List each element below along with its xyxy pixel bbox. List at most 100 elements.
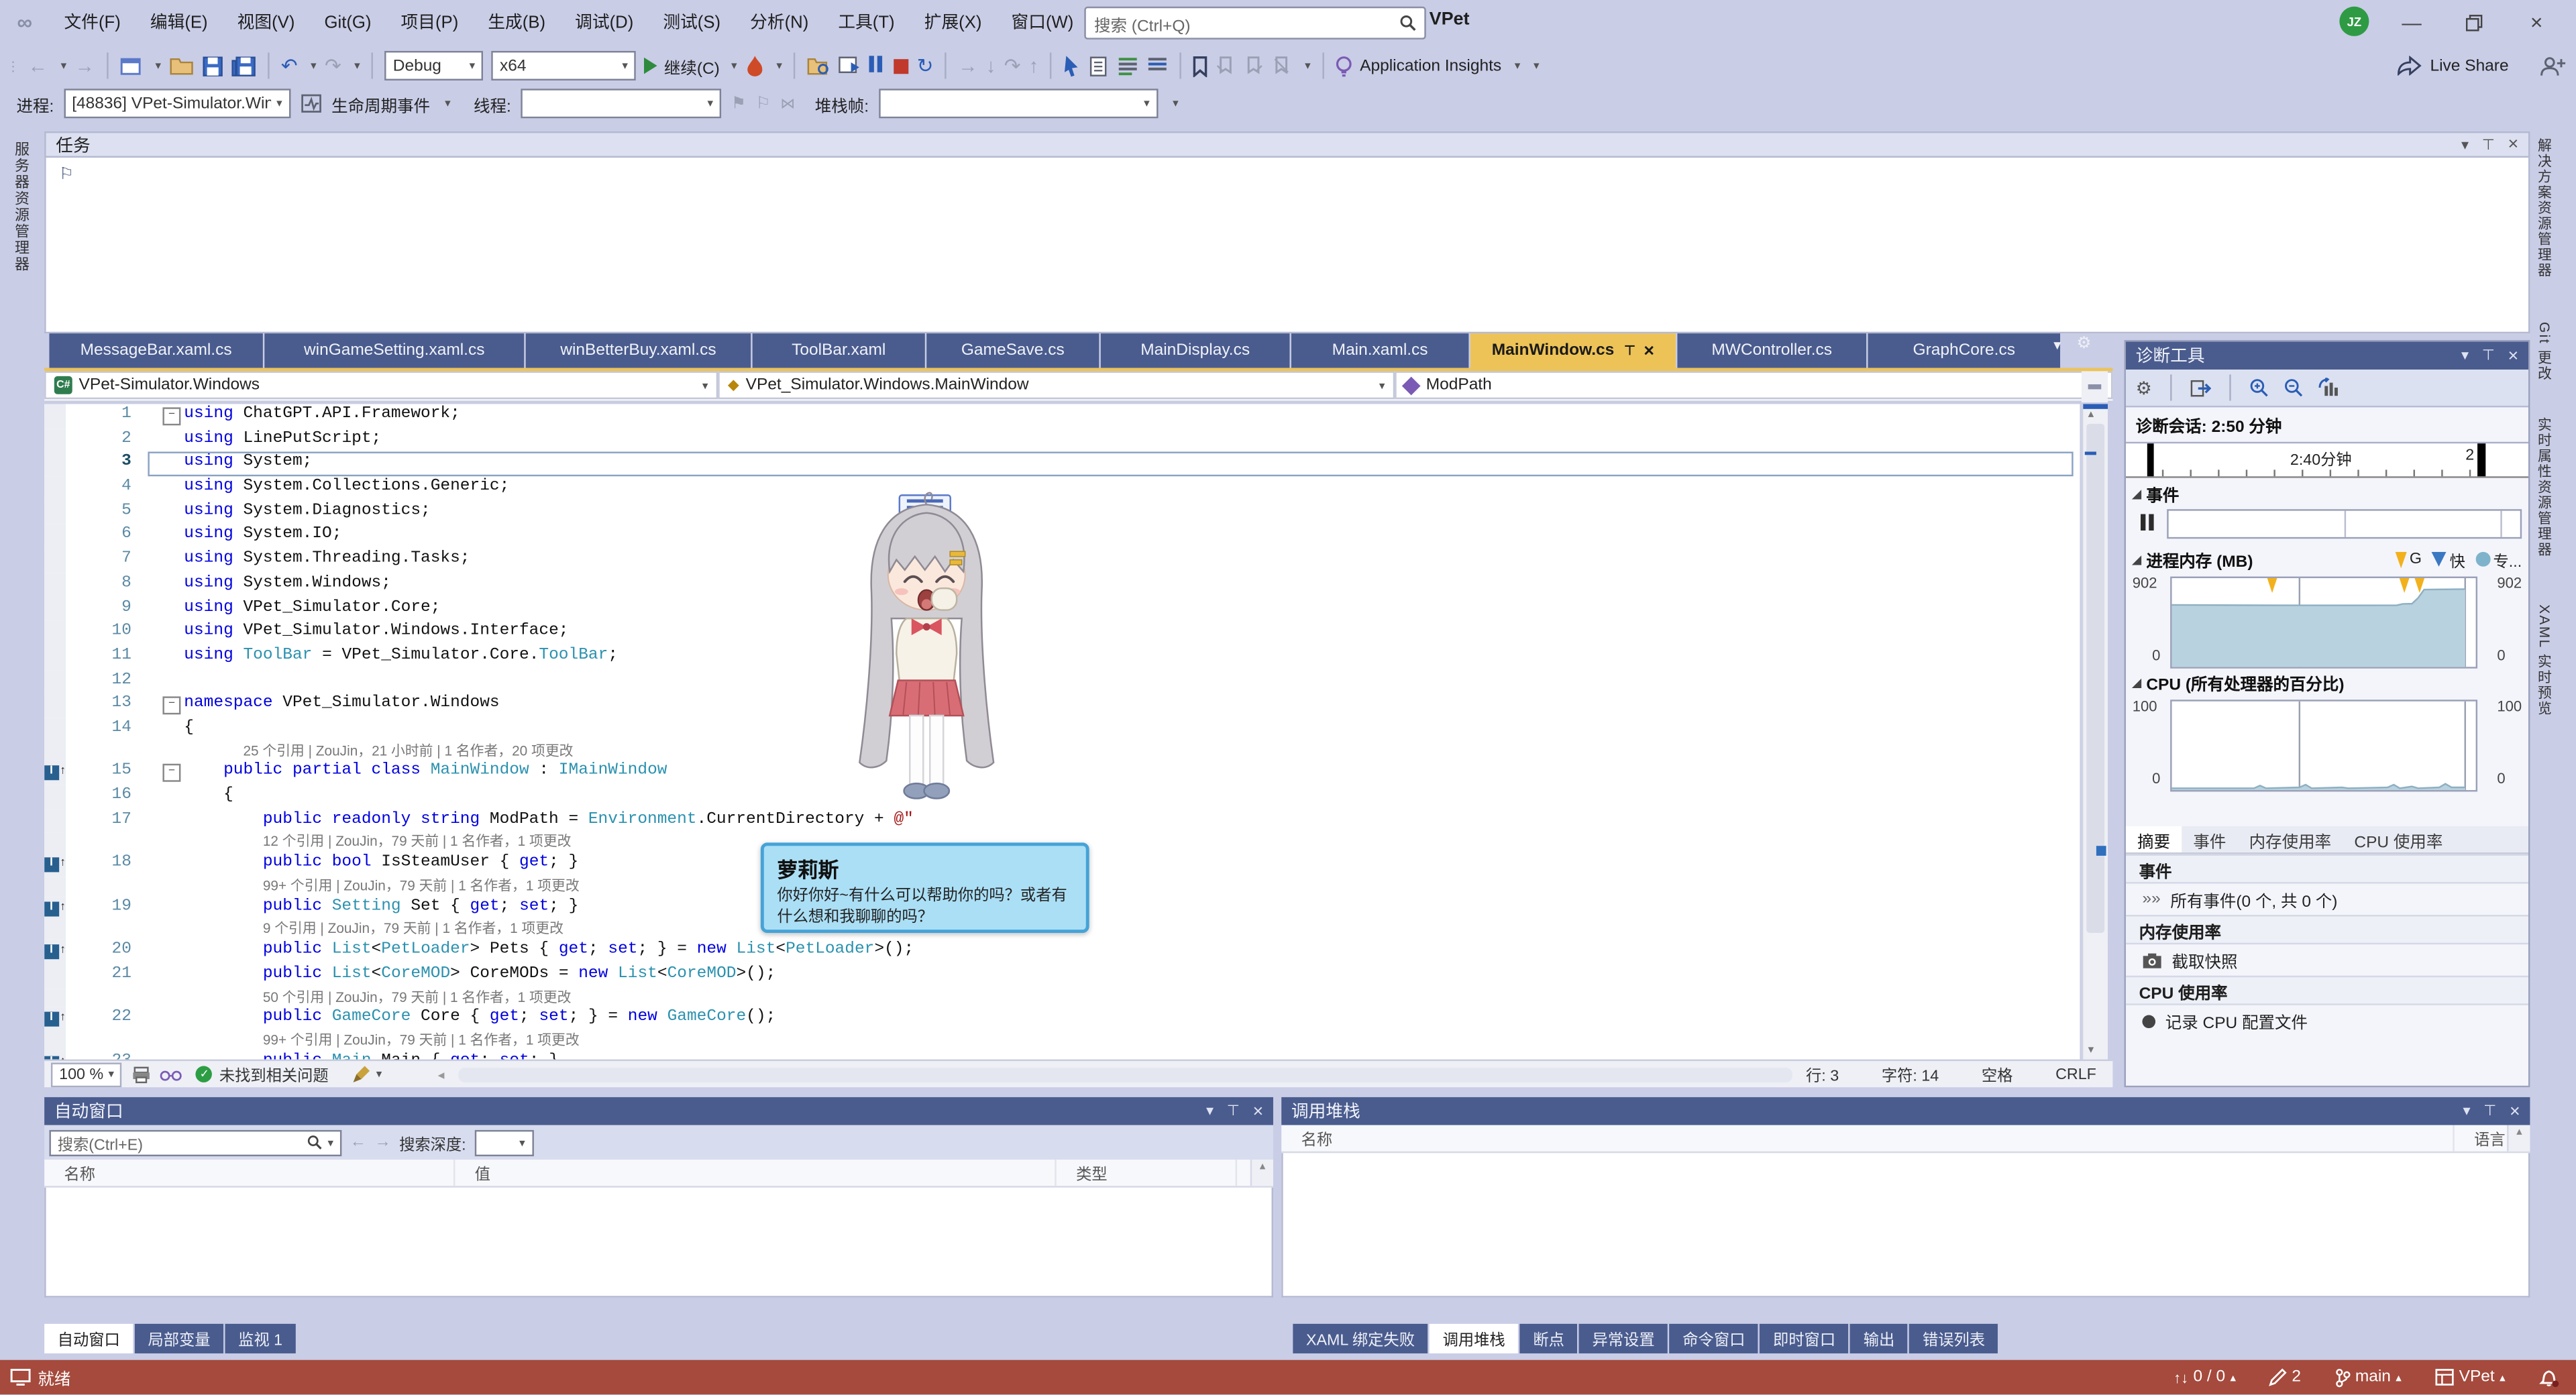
search-forward-icon[interactable]: → bbox=[374, 1133, 390, 1152]
callstack-body[interactable] bbox=[1281, 1153, 2530, 1298]
live-share-button[interactable]: Live Share bbox=[2430, 56, 2509, 74]
git-branch-button[interactable]: main▴ bbox=[2334, 1368, 2402, 1387]
code-line[interactable]: 10using VPet_Simulator.Windows.Interface… bbox=[44, 621, 2080, 645]
doc-tab[interactable]: MainDisplay.cs bbox=[1101, 333, 1290, 368]
save-all-button[interactable] bbox=[231, 55, 256, 76]
bookmark-icon[interactable] bbox=[1193, 55, 1208, 76]
code-line[interactable]: 17 public readonly string ModPath = Envi… bbox=[44, 810, 2080, 834]
doc-tab[interactable]: ToolBar.xaml bbox=[753, 333, 925, 368]
pin-icon[interactable]: ⊤ bbox=[1624, 343, 1635, 358]
column-header-1[interactable]: 语言 bbox=[2455, 1125, 2509, 1152]
summary-action-row[interactable]: 截取快照 bbox=[2126, 944, 2528, 976]
doc-tab[interactable]: MainWindow.cs⊤× bbox=[1470, 333, 1676, 368]
il-diff-icon[interactable] bbox=[1147, 56, 1169, 75]
diagnostics-tab-事件[interactable]: 事件 bbox=[2182, 826, 2237, 852]
code-line[interactable]: 21 public List<CoreMOD> CoreMODs = new L… bbox=[44, 964, 2080, 988]
cpu-section-header[interactable]: ◢CPU (所有处理器的百分比) bbox=[2126, 667, 2528, 698]
flagged-threads-icon[interactable]: ⋈ bbox=[780, 95, 795, 113]
code-line[interactable]: 14{ bbox=[44, 718, 2080, 742]
git-repo-button[interactable]: VPet▴ bbox=[2434, 1368, 2506, 1386]
continue-button[interactable]: 继续(C)▾ bbox=[644, 54, 737, 78]
code-line[interactable]: I↑23 public Main Main { get; set; } bbox=[44, 1051, 2080, 1059]
type-dropdown[interactable]: ◆ VPet_Simulator.Windows.MainWindow▾ bbox=[718, 371, 1395, 399]
codelens-text[interactable]: 99+ 个引用 | ZouJin，79 天前 | 1 名作者，1 项更改 bbox=[184, 1031, 579, 1051]
doc-tab[interactable]: GraphCore.cs bbox=[1868, 333, 2060, 368]
scroll-down-icon[interactable]: ▾ bbox=[2088, 1043, 2094, 1056]
show-next-statement-button[interactable]: → bbox=[958, 54, 977, 77]
right-dock-tab[interactable]: Git 更改 bbox=[2535, 322, 2555, 407]
code-line[interactable]: 13−namespace VPet_Simulator.Windows bbox=[44, 693, 2080, 718]
undo-button[interactable]: ↶ bbox=[281, 54, 298, 77]
pin-icon[interactable]: ⊤ bbox=[1227, 1102, 1240, 1120]
close-icon[interactable]: × bbox=[2508, 135, 2519, 154]
horizontal-scrollbar[interactable] bbox=[458, 1067, 1792, 1082]
feedback-monitor-icon[interactable] bbox=[10, 1368, 32, 1386]
code-line[interactable]: 4using System.Collections.Generic; bbox=[44, 476, 2080, 500]
column-header-1[interactable]: 值 bbox=[455, 1160, 1056, 1186]
implements-interface-icon[interactable]: I bbox=[44, 1012, 58, 1027]
close-icon[interactable]: × bbox=[1644, 341, 1654, 360]
debugpanel-tab[interactable]: 断点 bbox=[1520, 1324, 1578, 1353]
doc-tab[interactable]: GameSave.cs bbox=[926, 333, 1099, 368]
task-flag-icon[interactable]: ⚐ bbox=[59, 166, 74, 184]
codelens-line[interactable]: 99+ 个引用 | ZouJin，79 天前 | 1 名作者，1 项更改 bbox=[44, 1031, 2080, 1051]
next-bookmark-icon[interactable] bbox=[1244, 56, 1263, 75]
implements-interface-icon[interactable]: I bbox=[44, 901, 58, 916]
diagnostics-tab-CPU使用率[interactable]: CPU 使用率 bbox=[2343, 826, 2454, 852]
export-icon[interactable] bbox=[2190, 378, 2211, 396]
code-line[interactable]: I↑15− public partial class MainWindow : … bbox=[44, 761, 2080, 785]
summary-action-row[interactable]: »»所有事件(0 个, 共 0 个) bbox=[2126, 884, 2528, 915]
stack-frame-dropdown[interactable]: ▾ bbox=[879, 89, 1158, 118]
session-timeline[interactable]: 2:40分钟 2 bbox=[2126, 442, 2528, 478]
new-window-button[interactable] bbox=[119, 55, 142, 76]
debugpanel-tab[interactable]: 即时窗口 bbox=[1760, 1324, 1848, 1353]
code-changes-icon[interactable] bbox=[807, 56, 830, 75]
project-dropdown[interactable]: C# VPet-Simulator.Windows▾ bbox=[44, 371, 718, 399]
codelens-text[interactable]: 99+ 个引用 | ZouJin，79 天前 | 1 名作者，1 项更改 bbox=[184, 877, 579, 897]
open-file-button[interactable] bbox=[169, 56, 194, 75]
run-to-click-pointer-icon[interactable] bbox=[1063, 55, 1081, 76]
menu-item-n[interactable]: 分析(N) bbox=[735, 0, 823, 44]
watch-tab[interactable]: 局部变量 bbox=[135, 1324, 223, 1353]
hot-reload-flame-icon[interactable] bbox=[745, 55, 763, 76]
sidebar-tab-server-explorer[interactable]: 服务器资源管理器 bbox=[11, 142, 33, 273]
menu-item-x[interactable]: 扩展(X) bbox=[910, 0, 997, 44]
collapse-box-icon[interactable]: − bbox=[162, 764, 180, 782]
solution-platform-dropdown[interactable]: x64▾ bbox=[492, 51, 637, 80]
scrollbar-up[interactable]: ▴ bbox=[2507, 1125, 2530, 1152]
chevron-down-icon[interactable]: ▾ bbox=[2463, 1102, 2470, 1120]
process-dropdown[interactable]: [48836] VPet-Simulator.Window▾ bbox=[64, 89, 290, 118]
menu-item-w[interactable]: 窗口(W) bbox=[996, 0, 1088, 44]
codelens-text[interactable]: 12 个引用 | ZouJin，79 天前 | 1 名作者，1 项更改 bbox=[184, 834, 571, 853]
menu-item-e[interactable]: 编辑(E) bbox=[136, 0, 223, 44]
implements-interface-icon[interactable]: I bbox=[44, 766, 58, 781]
navigate-back-button[interactable]: ← bbox=[28, 54, 48, 77]
code-line[interactable]: 1−using ChatGPT.API.Framework; bbox=[44, 404, 2080, 428]
scrollbar-thumb[interactable] bbox=[2086, 424, 2104, 933]
solution-config-dropdown[interactable]: Debug▾ bbox=[385, 51, 484, 80]
right-dock-tab[interactable]: XAML 实时预览 bbox=[2535, 604, 2555, 755]
debugpanel-tab[interactable]: 输出 bbox=[1850, 1324, 1908, 1353]
close-icon[interactable]: × bbox=[2508, 346, 2519, 366]
summary-action-label[interactable]: 所有事件(0 个, 共 0 个) bbox=[2170, 887, 2337, 911]
lifecycle-events-dropdown[interactable]: 生命周期事件 bbox=[331, 91, 430, 116]
navigate-forward-button[interactable]: → bbox=[74, 54, 94, 77]
search-back-icon[interactable]: ← bbox=[350, 1133, 366, 1152]
spaces-indicator[interactable]: 空格 bbox=[1982, 1062, 2013, 1085]
menu-item-v[interactable]: 视图(V) bbox=[223, 0, 310, 44]
code-line[interactable]: 5using System.Diagnostics; bbox=[44, 500, 2080, 524]
column-header-0[interactable]: 名称 bbox=[44, 1160, 455, 1186]
restart-button[interactable]: ↻ bbox=[917, 54, 934, 77]
code-editor[interactable]: 1−using ChatGPT.API.Framework;2using Lin… bbox=[44, 404, 2080, 1059]
toolbar-drag-handle[interactable]: ⋮ bbox=[7, 58, 20, 73]
zoom-dropdown[interactable]: 100 %▾ bbox=[51, 1062, 122, 1086]
column-header-2[interactable]: 类型 bbox=[1057, 1160, 1237, 1186]
notifications-bell[interactable] bbox=[2538, 1367, 2560, 1388]
code-cleanup-broom-icon[interactable] bbox=[352, 1064, 371, 1084]
code-line[interactable]: I↑22 public GameCore Core { get; set; } … bbox=[44, 1007, 2080, 1031]
pin-icon[interactable]: ⊤ bbox=[2483, 1102, 2496, 1120]
pending-edits-button[interactable]: 2 bbox=[2269, 1368, 2301, 1386]
close-button[interactable]: × bbox=[2510, 0, 2563, 44]
clear-bookmarks-icon[interactable] bbox=[1272, 56, 1291, 75]
codelens-text[interactable]: 25 个引用 | ZouJin，21 小时前 | 1 名作者，20 项更改 bbox=[184, 742, 573, 761]
